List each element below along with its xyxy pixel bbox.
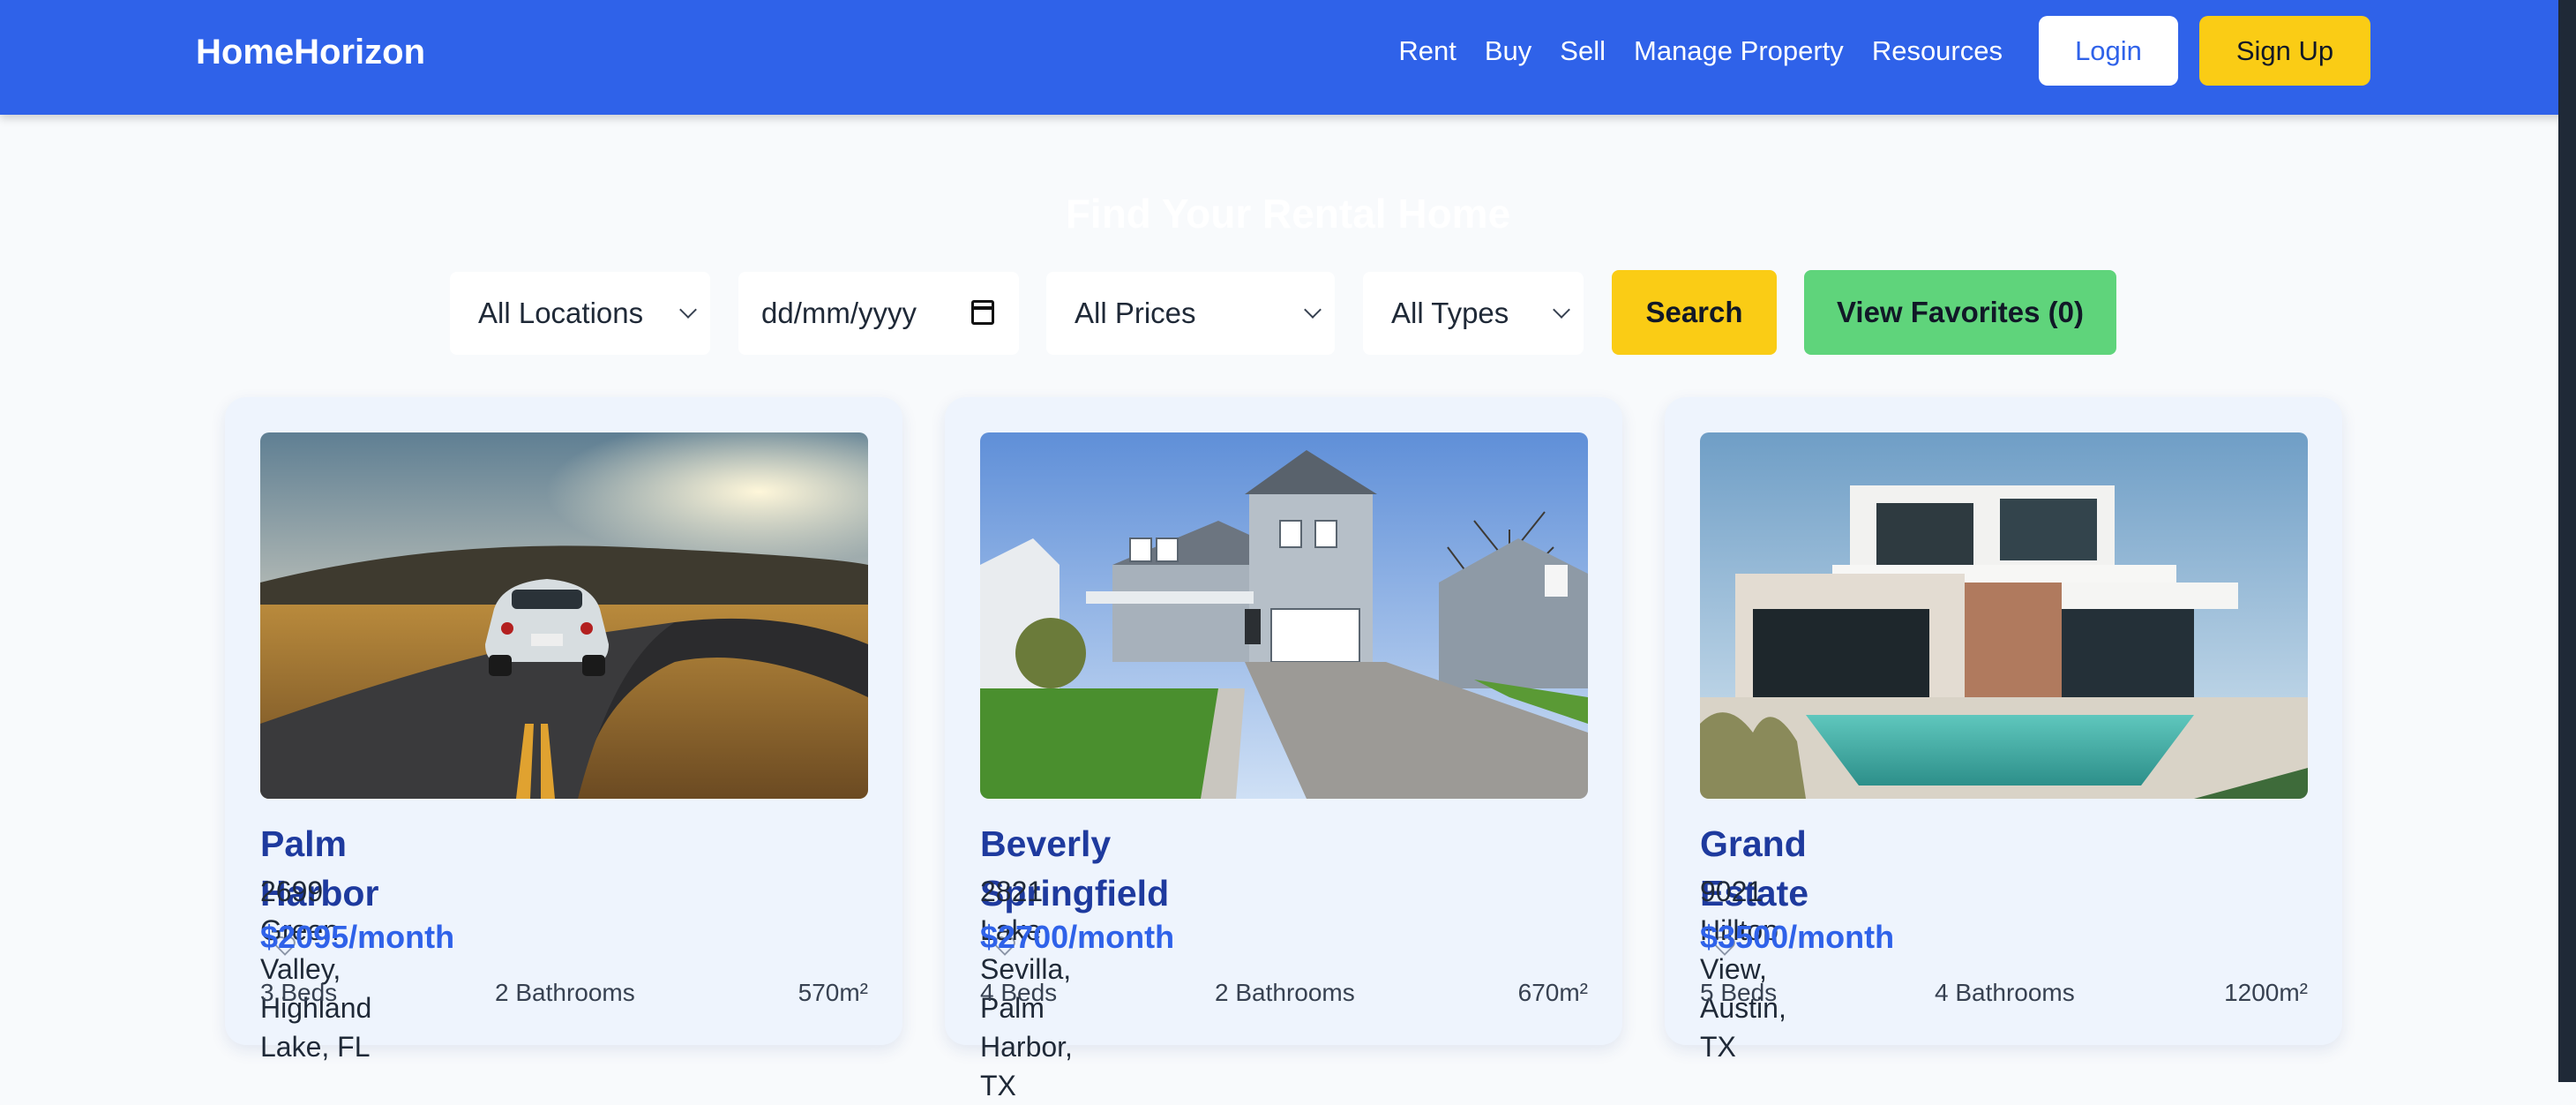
listing-beds: 5 Beds (1700, 979, 1778, 1006)
nav-manage-property[interactable]: Manage Property (1634, 28, 1844, 74)
listing-photo[interactable] (980, 432, 1588, 799)
signup-button[interactable]: Sign Up (2199, 16, 2370, 86)
price-select[interactable]: All Prices (1046, 272, 1335, 355)
type-select[interactable]: All Types (1363, 272, 1584, 355)
listing-price: $2700/month (980, 919, 1175, 955)
main-nav: Rent Buy Sell Manage Property Resources (1370, 28, 2003, 74)
nav-sell[interactable]: Sell (1560, 28, 1606, 74)
listing-address: 2699 Green Valley, Highland Lake, FL (260, 876, 372, 1063)
listing-specs: 3 Beds 2 Bathrooms 570m² (260, 974, 868, 1011)
listing-photo[interactable] (260, 432, 868, 799)
listing-baths: 2 Bathrooms (495, 979, 635, 1006)
listing-beds: 4 Beds (980, 979, 1058, 1006)
listing-specs: 5 Beds 4 Bathrooms 1200m² (1700, 974, 2308, 1011)
listing-baths: 2 Bathrooms (1215, 979, 1355, 1006)
location-select[interactable]: All Locations (450, 272, 710, 355)
listing-beds: 3 Beds (260, 979, 338, 1006)
listing-photo[interactable] (1700, 432, 2308, 799)
chevron-down-icon (1304, 301, 1322, 319)
nav-rent[interactable]: Rent (1398, 28, 1456, 74)
logo[interactable]: HomeHorizon (196, 30, 425, 74)
listing-specs: 4 Beds 2 Bathrooms 670m² (980, 974, 1588, 1011)
calendar-icon[interactable] (971, 300, 994, 325)
listing-baths: 4 Bathrooms (1935, 979, 2075, 1006)
nav-resources[interactable]: Resources (1872, 28, 2003, 74)
date-input-placeholder: dd/mm/yyyy (761, 297, 917, 329)
listing-address: 9021 Hilltop View, Austin, TX (1700, 876, 1786, 1063)
nav-buy[interactable]: Buy (1485, 28, 1531, 74)
chevron-down-icon (1553, 301, 1570, 319)
listing-price: $3500/month (1700, 919, 1895, 955)
search-button[interactable]: Search (1612, 270, 1777, 355)
top-navbar: HomeHorizon Rent Buy Sell Manage Propert… (0, 0, 2576, 115)
type-select-value: All Types (1391, 297, 1509, 329)
listing-area: 570m² (798, 979, 868, 1006)
page-title: Find Your Rental Home (1065, 191, 1511, 237)
listing-price: $2095/month (260, 919, 455, 955)
window-edge (2558, 0, 2576, 1082)
login-button[interactable]: Login (2039, 16, 2178, 86)
date-input[interactable]: dd/mm/yyyy (738, 272, 1019, 355)
location-select-value: All Locations (478, 297, 644, 329)
listing-area: 1200m² (2224, 979, 2308, 1006)
chevron-down-icon (679, 301, 697, 319)
view-favorites-button[interactable]: View Favorites (0) (1804, 270, 2116, 355)
listing-area: 670m² (1517, 979, 1588, 1006)
price-select-value: All Prices (1075, 297, 1196, 329)
